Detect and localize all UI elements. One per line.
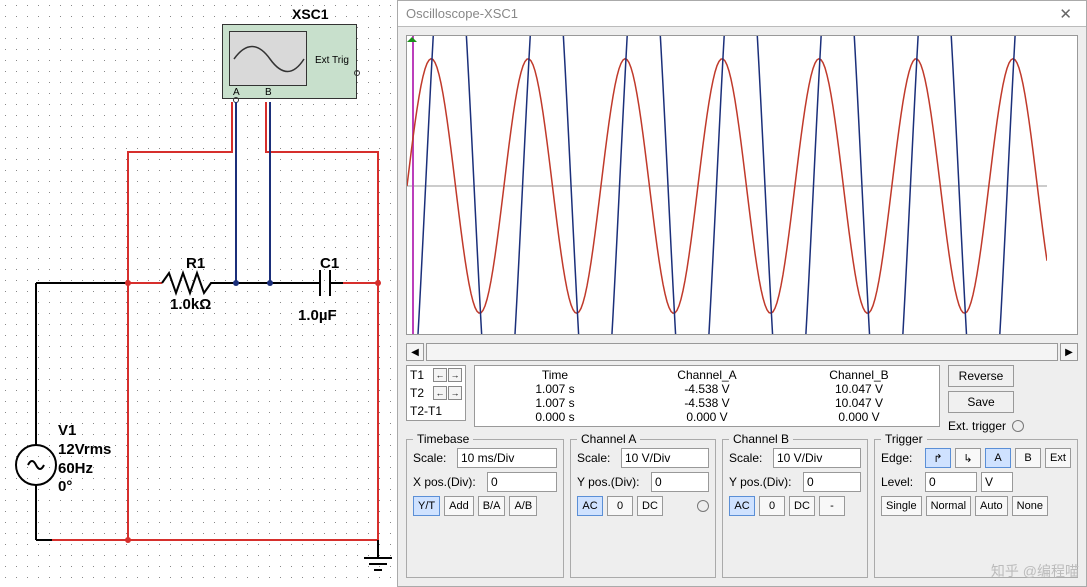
cha-scale-input[interactable]: 10 V/Div xyxy=(621,448,709,468)
v1-ref: V1 xyxy=(58,422,111,441)
cha-dc-button[interactable]: DC xyxy=(637,496,663,516)
add-button[interactable]: Add xyxy=(444,496,474,516)
scroll-right-icon[interactable]: ▶ xyxy=(1060,343,1078,361)
ext-trigger-radio[interactable] xyxy=(1012,420,1024,432)
trigger-panel: Trigger Edge: ↱ ↳ A B Ext Level: 0 V Sin… xyxy=(874,439,1078,578)
cha-ypos-label: Y pos.(Div): xyxy=(577,475,647,489)
none-button[interactable]: None xyxy=(1012,496,1048,516)
trigger-title: Trigger xyxy=(881,432,927,446)
tdiff-label: T2-T1 xyxy=(410,404,442,418)
t1-right-button[interactable]: → xyxy=(448,368,462,382)
edge-fall-button[interactable]: ↳ xyxy=(955,448,981,468)
channel-a-panel: Channel A Scale: 10 V/Div Y pos.(Div): 0… xyxy=(570,439,716,578)
level-input[interactable]: 0 xyxy=(925,472,977,492)
save-button[interactable]: Save xyxy=(948,391,1014,413)
cha-0-button[interactable]: 0 xyxy=(607,496,633,516)
level-label: Level: xyxy=(881,475,921,489)
v1-phase: 0° xyxy=(58,478,111,497)
tb-scale-label: Scale: xyxy=(413,451,453,465)
c1-ref: C1 xyxy=(320,255,339,272)
r1-value: 1.0kΩ xyxy=(170,296,211,313)
tb-scale-input[interactable]: 10 ms/Div xyxy=(457,448,557,468)
close-icon[interactable]: ✕ xyxy=(1053,5,1078,23)
window-titlebar[interactable]: Oscilloscope-XSC1 ✕ xyxy=(398,1,1086,27)
waveform-display[interactable] xyxy=(406,35,1078,335)
t1-left-button[interactable]: ← xyxy=(433,368,447,382)
edge-label: Edge: xyxy=(881,451,921,465)
edge-a-button[interactable]: A xyxy=(985,448,1011,468)
chb-ac-button[interactable]: AC xyxy=(729,496,755,516)
schematic-svg xyxy=(0,0,410,587)
ab-button[interactable]: A/B xyxy=(509,496,537,516)
schematic-canvas[interactable]: XSC1 A B Ext Trig xyxy=(0,0,397,587)
chb-ypos-input[interactable]: 0 xyxy=(803,472,861,492)
cursor-selector: T1 ←→ T2 ←→ T2-T1 xyxy=(406,365,466,421)
edge-ext-button[interactable]: Ext xyxy=(1045,448,1071,468)
c1-value: 1.0µF xyxy=(298,307,337,324)
single-button[interactable]: Single xyxy=(881,496,922,516)
ext-trigger-label: Ext. trigger xyxy=(948,419,1006,433)
chb-0-button[interactable]: 0 xyxy=(759,496,785,516)
ba-button[interactable]: B/A xyxy=(478,496,506,516)
edge-b-button[interactable]: B xyxy=(1015,448,1041,468)
channel-b-panel: Channel B Scale: 10 V/Div Y pos.(Div): 0… xyxy=(722,439,868,578)
timebase-panel: Timebase Scale: 10 ms/Div X pos.(Div): 0… xyxy=(406,439,564,578)
timebase-title: Timebase xyxy=(413,432,473,446)
hdr-time: Time xyxy=(479,368,631,382)
auto-button[interactable]: Auto xyxy=(975,496,1008,516)
chb-invert-button[interactable]: - xyxy=(819,496,845,516)
normal-button[interactable]: Normal xyxy=(926,496,971,516)
t1-label: T1 xyxy=(410,368,424,382)
cha-ac-button[interactable]: AC xyxy=(577,496,603,516)
window-title: Oscilloscope-XSC1 xyxy=(406,6,518,21)
v1-vrms: 12Vrms xyxy=(58,441,111,460)
cha-title: Channel A xyxy=(577,432,640,446)
level-unit[interactable]: V xyxy=(981,472,1013,492)
display-hscrollbar[interactable]: ◀ ▶ xyxy=(406,343,1078,361)
chb-ypos-label: Y pos.(Div): xyxy=(729,475,799,489)
chb-dc-button[interactable]: DC xyxy=(789,496,815,516)
v1-freq: 60Hz xyxy=(58,460,111,479)
r1-ref: R1 xyxy=(186,255,205,272)
cha-scale-label: Scale: xyxy=(577,451,617,465)
cursor-readout-table: Time Channel_A Channel_B 1.007 s-4.538 V… xyxy=(474,365,940,427)
edge-rise-button[interactable]: ↱ xyxy=(925,448,951,468)
hdr-chb: Channel_B xyxy=(783,368,935,382)
chb-scale-input[interactable]: 10 V/Div xyxy=(773,448,861,468)
hdr-cha: Channel_A xyxy=(631,368,783,382)
waveform-svg xyxy=(407,36,1047,335)
reverse-button[interactable]: Reverse xyxy=(948,365,1014,387)
chb-scale-label: Scale: xyxy=(729,451,769,465)
oscilloscope-window: Oscilloscope-XSC1 ✕ ◀ ▶ T1 ←→ T2 ←→ T2-T… xyxy=(397,0,1087,587)
t2-left-button[interactable]: ← xyxy=(433,386,447,400)
t2-right-button[interactable]: → xyxy=(448,386,462,400)
tb-xpos-input[interactable]: 0 xyxy=(487,472,557,492)
v1-block: V1 12Vrms 60Hz 0° xyxy=(58,422,111,497)
cha-ypos-input[interactable]: 0 xyxy=(651,472,709,492)
cha-enable-radio[interactable] xyxy=(697,500,709,512)
watermark: 知乎 @编程喵 xyxy=(991,561,1079,581)
scroll-track[interactable] xyxy=(426,343,1058,361)
tb-xpos-label: X pos.(Div): xyxy=(413,475,483,489)
chb-title: Channel B xyxy=(729,432,793,446)
t2-label: T2 xyxy=(410,386,424,400)
yt-button[interactable]: Y/T xyxy=(413,496,440,516)
